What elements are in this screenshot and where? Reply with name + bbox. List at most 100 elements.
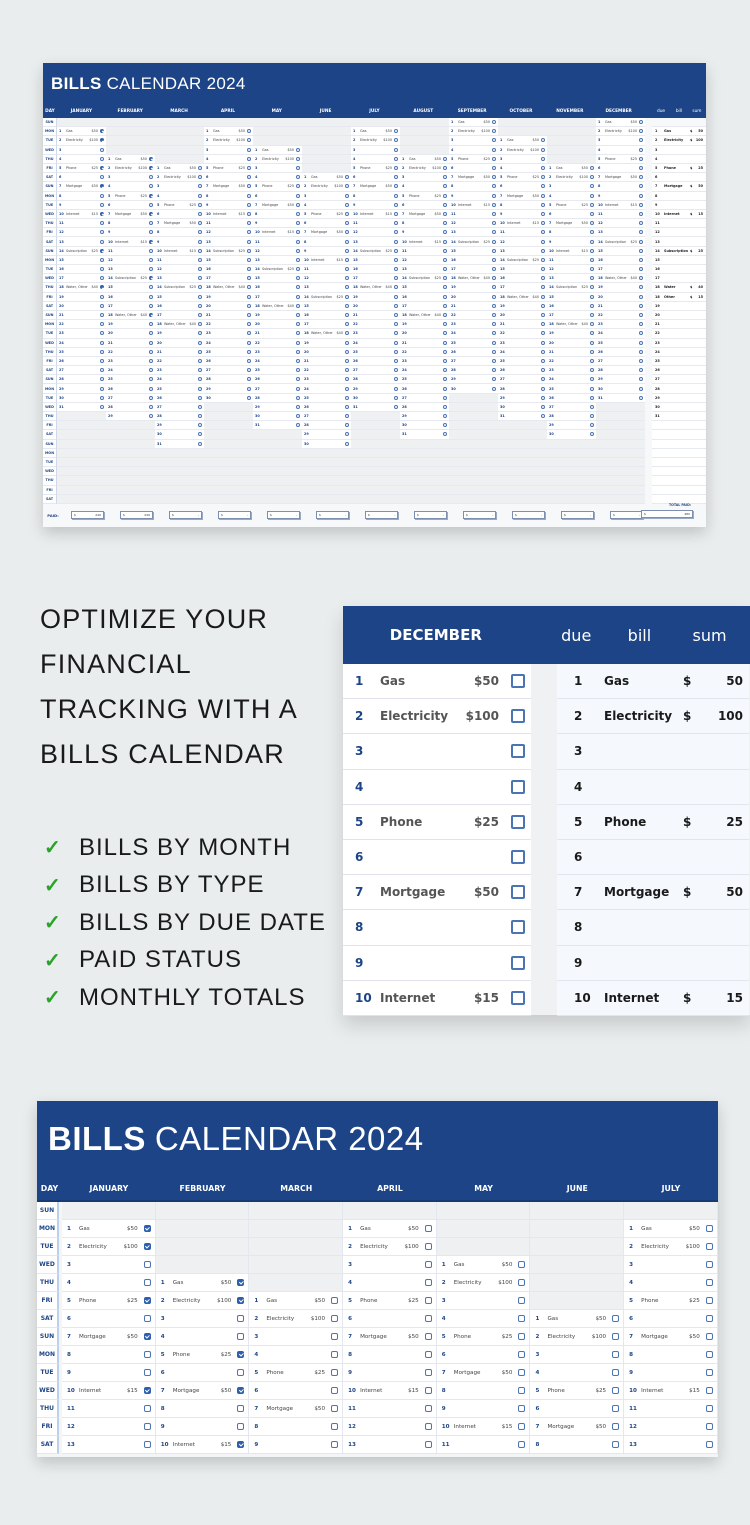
paid-checkbox[interactable] <box>198 175 202 180</box>
paid-checkbox[interactable] <box>492 340 496 345</box>
paid-checkbox[interactable] <box>612 1387 620 1394</box>
paid-checkbox[interactable] <box>394 313 398 318</box>
paid-checkbox[interactable] <box>541 166 545 171</box>
paid-checkbox[interactable] <box>247 257 251 262</box>
paid-checkbox[interactable] <box>424 1423 432 1430</box>
paid-checkbox[interactable] <box>345 432 349 437</box>
paid-checkbox[interactable] <box>345 423 349 428</box>
paid-checkbox[interactable] <box>149 211 153 216</box>
month-paid-field[interactable]: $ - <box>218 511 251 519</box>
paid-checkbox[interactable] <box>143 1279 151 1286</box>
paid-checkbox[interactable] <box>541 257 545 262</box>
paid-checkbox[interactable] <box>541 349 545 354</box>
paid-checkbox[interactable] <box>331 1405 339 1412</box>
paid-checkbox[interactable] <box>424 1243 432 1250</box>
paid-checkbox[interactable] <box>247 267 251 272</box>
paid-checkbox[interactable] <box>639 221 643 226</box>
paid-checkbox[interactable] <box>518 1315 526 1322</box>
paid-checkbox[interactable] <box>237 1315 245 1322</box>
paid-checkbox[interactable] <box>247 368 251 373</box>
paid-checkbox[interactable] <box>492 303 496 308</box>
paid-checkbox[interactable] <box>198 211 202 216</box>
paid-checkbox[interactable] <box>345 202 349 207</box>
paid-checkbox[interactable] <box>247 193 251 198</box>
paid-checkbox[interactable] <box>331 1387 339 1394</box>
paid-checkbox[interactable] <box>296 313 300 318</box>
paid-checkbox[interactable] <box>198 239 202 244</box>
paid-checkbox[interactable] <box>492 257 496 262</box>
paid-checkbox[interactable] <box>590 303 594 308</box>
paid-checkbox[interactable] <box>541 239 545 244</box>
paid-checkbox[interactable] <box>198 395 202 400</box>
paid-checkbox[interactable] <box>198 294 202 299</box>
paid-checkbox[interactable] <box>394 230 398 235</box>
paid-checkbox[interactable] <box>541 248 545 253</box>
paid-checkbox[interactable] <box>296 303 300 308</box>
paid-checkbox[interactable] <box>100 129 104 134</box>
paid-checkbox[interactable] <box>424 1351 432 1358</box>
paid-checkbox[interactable] <box>198 441 202 446</box>
paid-checkbox[interactable] <box>143 1405 151 1412</box>
paid-checkbox[interactable] <box>518 1279 526 1286</box>
paid-checkbox[interactable] <box>518 1333 526 1340</box>
paid-checkbox[interactable] <box>639 202 643 207</box>
paid-checkbox[interactable] <box>247 166 251 171</box>
paid-checkbox[interactable] <box>345 221 349 226</box>
paid-checkbox[interactable] <box>100 239 104 244</box>
month-paid-field[interactable]: $ - <box>561 511 594 519</box>
paid-checkbox[interactable] <box>590 257 594 262</box>
paid-checkbox[interactable] <box>492 239 496 244</box>
paid-checkbox[interactable] <box>394 294 398 299</box>
paid-checkbox[interactable] <box>639 120 643 125</box>
paid-checkbox[interactable] <box>424 1297 432 1304</box>
paid-checkbox[interactable] <box>237 1333 245 1340</box>
paid-checkbox[interactable] <box>590 221 594 226</box>
paid-checkbox[interactable] <box>590 285 594 290</box>
paid-checkbox[interactable] <box>345 175 349 180</box>
paid-checkbox[interactable] <box>149 230 153 235</box>
paid-checkbox[interactable] <box>511 885 525 900</box>
paid-checkbox[interactable] <box>492 166 496 171</box>
paid-checkbox[interactable] <box>541 230 545 235</box>
paid-checkbox[interactable] <box>639 166 643 171</box>
paid-checkbox[interactable] <box>296 184 300 189</box>
month-paid-field[interactable]: $ - <box>267 511 300 519</box>
paid-checkbox[interactable] <box>247 230 251 235</box>
paid-checkbox[interactable] <box>511 920 525 935</box>
paid-checkbox[interactable] <box>590 404 594 409</box>
month-paid-field[interactable]: $ - <box>169 511 202 519</box>
paid-checkbox[interactable] <box>345 404 349 409</box>
paid-checkbox[interactable] <box>492 184 496 189</box>
paid-checkbox[interactable] <box>198 230 202 235</box>
paid-checkbox[interactable] <box>492 294 496 299</box>
paid-checkbox[interactable] <box>100 147 104 152</box>
paid-checkbox[interactable] <box>100 211 104 216</box>
paid-checkbox[interactable] <box>492 120 496 125</box>
paid-checkbox[interactable] <box>424 1261 432 1268</box>
paid-checkbox[interactable] <box>345 322 349 327</box>
paid-checkbox[interactable] <box>247 239 251 244</box>
paid-checkbox[interactable] <box>100 294 104 299</box>
paid-checkbox[interactable] <box>424 1315 432 1322</box>
paid-checkbox[interactable] <box>149 156 153 161</box>
paid-checkbox[interactable] <box>590 313 594 318</box>
paid-checkbox[interactable] <box>247 303 251 308</box>
paid-checkbox[interactable] <box>394 267 398 272</box>
paid-checkbox[interactable] <box>541 285 545 290</box>
paid-checkbox[interactable] <box>443 404 447 409</box>
paid-checkbox[interactable] <box>143 1225 151 1232</box>
month-paid-field[interactable]: $ - <box>610 511 643 519</box>
paid-checkbox[interactable] <box>443 267 447 272</box>
paid-checkbox[interactable] <box>705 1369 713 1376</box>
paid-checkbox[interactable] <box>100 285 104 290</box>
paid-checkbox[interactable] <box>443 432 447 437</box>
paid-checkbox[interactable] <box>345 368 349 373</box>
paid-checkbox[interactable] <box>198 349 202 354</box>
paid-checkbox[interactable] <box>198 423 202 428</box>
paid-checkbox[interactable] <box>443 230 447 235</box>
paid-checkbox[interactable] <box>100 368 104 373</box>
paid-checkbox[interactable] <box>541 386 545 391</box>
paid-checkbox[interactable] <box>541 377 545 382</box>
paid-checkbox[interactable] <box>345 377 349 382</box>
paid-checkbox[interactable] <box>639 156 643 161</box>
